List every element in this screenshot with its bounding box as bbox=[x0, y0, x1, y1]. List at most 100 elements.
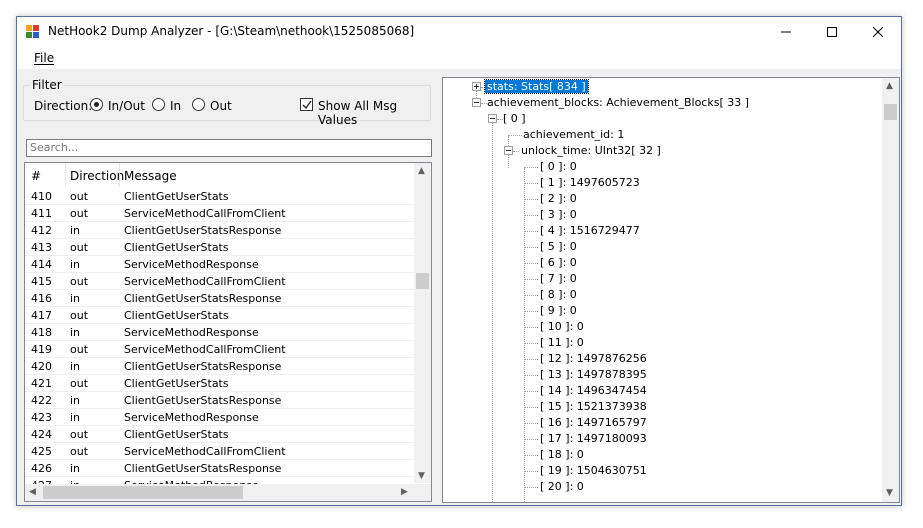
cell-msg: ServiceMethodResponse bbox=[124, 326, 259, 339]
tree-node-unlock-item[interactable]: [ 1 ]: 1497605723 bbox=[540, 176, 640, 189]
tree-node-unlock-item[interactable]: [ 20 ]: 0 bbox=[540, 480, 584, 493]
title-bar[interactable]: NetHook2 Dump Analyzer - [G:\Steam\netho… bbox=[17, 17, 901, 47]
table-row[interactable]: 419 out ServiceMethodCallFromClient bbox=[25, 341, 414, 358]
table-row[interactable]: 418 in ServiceMethodResponse bbox=[25, 324, 414, 341]
checkmark-icon bbox=[302, 100, 312, 110]
tree-node-unlock-item[interactable]: [ 13 ]: 1497878395 bbox=[540, 368, 647, 381]
table-row[interactable]: 412 in ClientGetUserStatsResponse bbox=[25, 222, 414, 239]
scroll-thumb[interactable] bbox=[43, 486, 243, 499]
cell-dir: out bbox=[70, 309, 89, 322]
cell-dir: in bbox=[70, 411, 81, 424]
tree-node-unlock-item[interactable]: [ 12 ]: 1497876256 bbox=[540, 352, 647, 365]
column-number[interactable]: # bbox=[31, 169, 41, 183]
tree-line bbox=[524, 311, 538, 312]
cell-msg: ServiceMethodResponse bbox=[124, 411, 259, 424]
cell-n: 411 bbox=[31, 207, 52, 220]
tree-node-unlock-item[interactable]: [ 10 ]: 0 bbox=[540, 320, 584, 333]
message-tree[interactable]: ▲ ▼ stats: Stats[ 834 ] achievement_block… bbox=[442, 77, 900, 503]
table-row[interactable]: 425 out ServiceMethodCallFromClient bbox=[25, 443, 414, 460]
tree-node-unlock-item[interactable]: [ 16 ]: 1497165797 bbox=[540, 416, 647, 429]
scroll-left-icon[interactable]: ◀ bbox=[29, 487, 36, 497]
tree-node-unlock-item[interactable]: [ 4 ]: 1516729477 bbox=[540, 224, 640, 237]
list-rows: 410 out ClientGetUserStats 411 out ServiceMet… bbox=[25, 188, 414, 494]
cell-msg: ServiceMethodResponse bbox=[124, 258, 259, 271]
collapse-achievement-blocks-icon[interactable] bbox=[472, 98, 481, 107]
cell-msg: ServiceMethodCallFromClient bbox=[124, 343, 286, 356]
show-all-checkbox[interactable] bbox=[300, 98, 313, 111]
cell-dir: in bbox=[70, 224, 81, 237]
table-row[interactable]: 426 in ClientGetUserStatsResponse bbox=[25, 460, 414, 477]
scroll-down-icon[interactable]: ▼ bbox=[418, 471, 425, 481]
tree-node-unlock-item[interactable]: [ 15 ]: 1521373938 bbox=[540, 400, 647, 413]
column-direction[interactable]: Direction bbox=[70, 169, 124, 183]
table-row[interactable]: 416 in ClientGetUserStatsResponse bbox=[25, 290, 414, 307]
table-row[interactable]: 424 out ClientGetUserStats bbox=[25, 426, 414, 443]
scroll-up-icon[interactable]: ▲ bbox=[418, 166, 425, 176]
window-title: NetHook2 Dump Analyzer - [G:\Steam\netho… bbox=[48, 24, 415, 38]
scroll-right-icon[interactable]: ▶ bbox=[401, 487, 408, 497]
column-separator[interactable] bbox=[119, 163, 120, 187]
cell-n: 414 bbox=[31, 258, 52, 271]
close-icon bbox=[873, 27, 883, 37]
list-horizontal-scrollbar[interactable]: ◀ ▶ bbox=[25, 484, 414, 501]
tree-node-unlock-item[interactable]: [ 11 ]: 0 bbox=[540, 336, 584, 349]
tree-node-unlock-item[interactable]: [ 7 ]: 0 bbox=[540, 272, 577, 285]
tree-line bbox=[524, 263, 538, 264]
tree-node-stats[interactable]: stats: Stats[ 834 ] bbox=[484, 79, 589, 94]
tree-node-achievement-id[interactable]: achievement_id: 1 bbox=[523, 128, 624, 141]
tree-node-unlock-item[interactable]: [ 8 ]: 0 bbox=[540, 288, 577, 301]
radio-inout[interactable] bbox=[90, 98, 103, 111]
tree-node-achievement-blocks[interactable]: achievement_blocks: Achievement_Blocks[ … bbox=[487, 96, 749, 109]
cell-msg: ClientGetUserStatsResponse bbox=[124, 224, 282, 237]
tree-node-unlock-item[interactable]: [ 17 ]: 1497180093 bbox=[540, 432, 647, 445]
tree-vertical-scrollbar[interactable]: ▲ ▼ bbox=[882, 78, 899, 502]
tree-line bbox=[513, 151, 519, 152]
search-input[interactable] bbox=[26, 139, 432, 157]
radio-in[interactable] bbox=[152, 98, 165, 111]
scroll-up-icon[interactable]: ▲ bbox=[886, 81, 893, 91]
tree-node-unlock-item[interactable]: [ 2 ]: 0 bbox=[540, 192, 577, 205]
column-message[interactable]: Message bbox=[124, 169, 177, 183]
tree-node-unlock-item[interactable]: [ 18 ]: 0 bbox=[540, 448, 584, 461]
close-button[interactable] bbox=[855, 17, 901, 47]
table-row[interactable]: 415 out ServiceMethodCallFromClient bbox=[25, 273, 414, 290]
cell-n: 424 bbox=[31, 428, 52, 441]
table-row[interactable]: 417 out ClientGetUserStats bbox=[25, 307, 414, 324]
tree-node-unlock-item[interactable]: [ 19 ]: 1504630751 bbox=[540, 464, 647, 477]
table-row[interactable]: 414 in ServiceMethodResponse bbox=[25, 256, 414, 273]
tree-node-unlock-item[interactable]: [ 0 ]: 0 bbox=[540, 160, 577, 173]
cell-n: 420 bbox=[31, 360, 52, 373]
table-row[interactable]: 421 out ClientGetUserStats bbox=[25, 375, 414, 392]
message-list[interactable]: # Direction Message 410 out ClientGetUserS… bbox=[24, 162, 432, 502]
tree-node-unlock-item[interactable]: [ 5 ]: 0 bbox=[540, 240, 577, 253]
table-row[interactable]: 411 out ServiceMethodCallFromClient bbox=[25, 205, 414, 222]
cell-n: 413 bbox=[31, 241, 52, 254]
menu-file[interactable]: File bbox=[34, 51, 54, 65]
scroll-thumb[interactable] bbox=[884, 104, 897, 120]
cell-n: 426 bbox=[31, 462, 52, 475]
tree-node-unlock-item[interactable]: [ 3 ]: 0 bbox=[540, 208, 577, 221]
table-row[interactable]: 420 in ClientGetUserStatsResponse bbox=[25, 358, 414, 375]
minimize-button[interactable] bbox=[763, 17, 809, 47]
table-row[interactable]: 422 in ClientGetUserStatsResponse bbox=[25, 392, 414, 409]
scroll-down-icon[interactable]: ▼ bbox=[886, 488, 893, 498]
column-separator[interactable] bbox=[65, 163, 66, 187]
expand-stats-icon[interactable] bbox=[472, 82, 481, 91]
table-row[interactable]: 413 out ClientGetUserStats bbox=[25, 239, 414, 256]
collapse-unlock-time-icon[interactable] bbox=[504, 146, 513, 155]
collapse-index0-icon[interactable] bbox=[488, 114, 497, 123]
maximize-button[interactable] bbox=[809, 17, 855, 47]
scroll-thumb[interactable] bbox=[416, 273, 429, 289]
tree-node-unlock-item[interactable]: [ 6 ]: 0 bbox=[540, 256, 577, 269]
cell-n: 410 bbox=[31, 190, 52, 203]
table-row[interactable]: 423 in ServiceMethodResponse bbox=[25, 409, 414, 426]
tree-node-unlock-item[interactable]: [ 9 ]: 0 bbox=[540, 304, 577, 317]
tree-node-unlock-time[interactable]: unlock_time: UInt32[ 32 ] bbox=[521, 144, 661, 157]
tree-node-unlock-item[interactable]: [ 14 ]: 1496347454 bbox=[540, 384, 647, 397]
radio-out[interactable] bbox=[192, 98, 205, 111]
cell-msg: ClientGetUserStats bbox=[124, 309, 229, 322]
cell-dir: in bbox=[70, 360, 81, 373]
list-vertical-scrollbar[interactable]: ▲ ▼ bbox=[414, 163, 431, 483]
tree-node-index0[interactable]: [ 0 ] bbox=[503, 112, 526, 125]
table-row[interactable]: 410 out ClientGetUserStats bbox=[25, 188, 414, 205]
